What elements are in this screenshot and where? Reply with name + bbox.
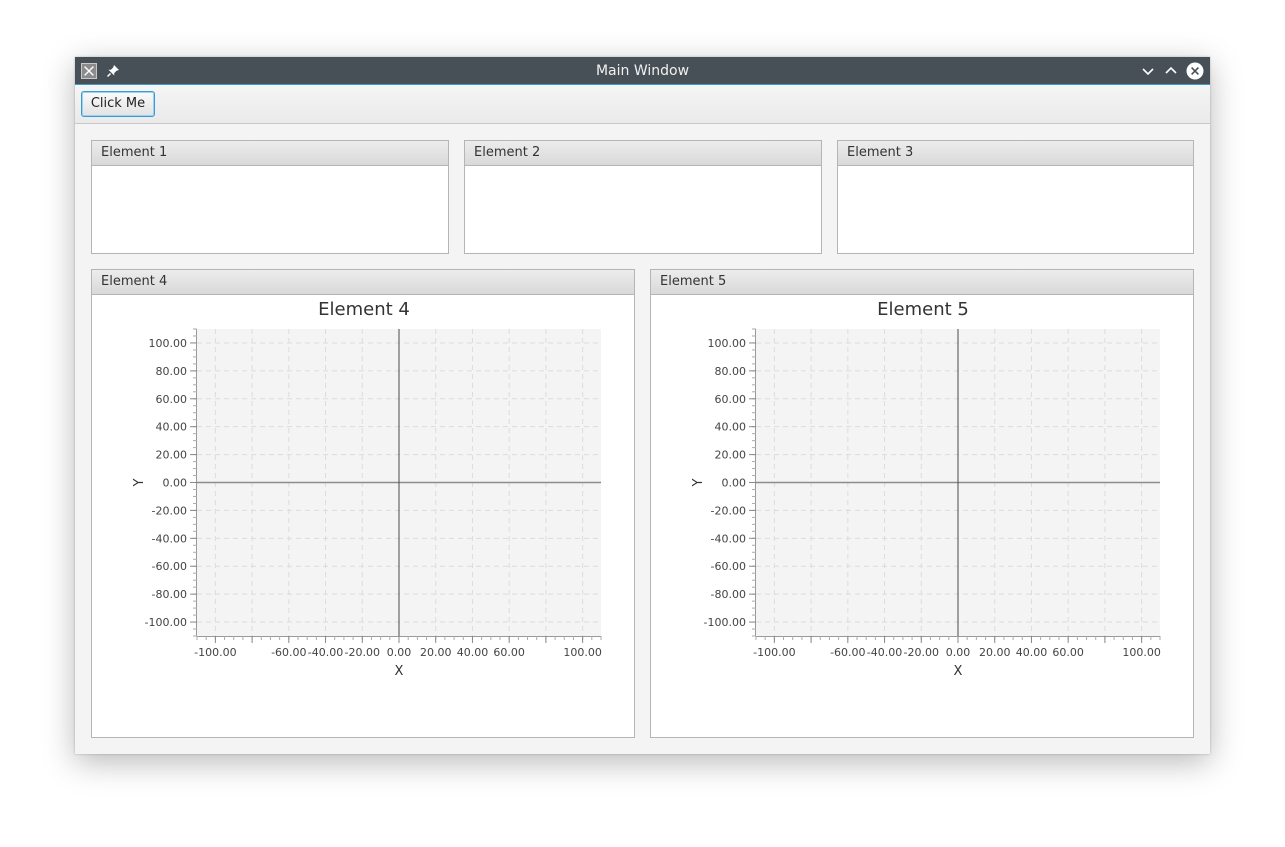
click-me-button[interactable]: Click Me bbox=[81, 91, 155, 117]
element-2-header[interactable]: Element 2 bbox=[465, 141, 821, 166]
x-axis-label: X bbox=[395, 664, 404, 679]
element-3-panel: Element 3 bbox=[837, 140, 1194, 254]
y-tick-label: 40.00 bbox=[156, 421, 188, 434]
element-2-panel: Element 2 bbox=[464, 140, 822, 254]
x-tick-label: 20.00 bbox=[979, 646, 1011, 659]
x-tick-label: 100.00 bbox=[563, 646, 602, 659]
y-tick-label: 0.00 bbox=[722, 477, 747, 490]
y-tick-label: 20.00 bbox=[156, 449, 188, 462]
element-4-chart: Element 4-100.00 -60.00 -40.00 -20.00 0.00 20… bbox=[132, 299, 602, 679]
element-5-panel: Element 5 Element 5 -100.00 -60.00 -40.00 -2… bbox=[650, 269, 1194, 738]
x-tick-label: 60.00 bbox=[493, 646, 525, 659]
x-tick-label: -20.00 bbox=[904, 646, 939, 659]
y-tick-label: -100.00 bbox=[145, 616, 187, 629]
minimize-icon[interactable] bbox=[1139, 62, 1157, 80]
toolbar: Click Me bbox=[75, 85, 1210, 124]
window-title: Main Window bbox=[595, 63, 690, 79]
chart-title: Element 4 bbox=[318, 299, 410, 320]
maximize-icon[interactable] bbox=[1162, 62, 1180, 80]
close-icon[interactable] bbox=[1186, 62, 1204, 80]
x-tick-label: 60.00 bbox=[1052, 646, 1084, 659]
y-tick-label: 80.00 bbox=[156, 365, 188, 378]
x-tick-label: -100.00 bbox=[194, 646, 236, 659]
element-5-chart: Element 5-100.00 -60.00 -40.00 -20.00 0.00 20… bbox=[691, 299, 1161, 679]
y-axis-label: Y bbox=[691, 478, 706, 487]
y-tick-label: -40.00 bbox=[152, 532, 187, 545]
y-tick-label: -80.00 bbox=[152, 588, 187, 601]
y-tick-label: -20.00 bbox=[711, 504, 746, 517]
y-tick-label: -60.00 bbox=[711, 560, 746, 573]
y-tick-label: -40.00 bbox=[711, 532, 746, 545]
y-tick-label: 60.00 bbox=[156, 393, 188, 406]
y-tick-label: 20.00 bbox=[715, 449, 747, 462]
x-tick-label: 0.00 bbox=[387, 646, 412, 659]
x-tick-label: 100.00 bbox=[1122, 646, 1161, 659]
x-tick-label: -60.00 bbox=[830, 646, 865, 659]
y-tick-label: -80.00 bbox=[711, 588, 746, 601]
x-tick-label: -20.00 bbox=[345, 646, 380, 659]
x-tick-label: 20.00 bbox=[420, 646, 452, 659]
element-4-header[interactable]: Element 4 bbox=[92, 270, 634, 295]
x-tick-label: -40.00 bbox=[867, 646, 902, 659]
x-tick-label: -40.00 bbox=[308, 646, 343, 659]
y-tick-label: 0.00 bbox=[163, 477, 188, 490]
element-1-header[interactable]: Element 1 bbox=[92, 141, 448, 166]
y-tick-label: 100.00 bbox=[149, 337, 188, 350]
element-3-header[interactable]: Element 3 bbox=[838, 141, 1193, 166]
element-1-panel: Element 1 bbox=[91, 140, 449, 254]
y-tick-label: -100.00 bbox=[704, 616, 746, 629]
y-tick-label: 40.00 bbox=[715, 421, 747, 434]
x-tick-label: -100.00 bbox=[753, 646, 795, 659]
x-tick-label: -60.00 bbox=[271, 646, 306, 659]
y-tick-label: 60.00 bbox=[715, 393, 747, 406]
y-tick-label: -20.00 bbox=[152, 504, 187, 517]
y-axis-label: Y bbox=[132, 478, 147, 487]
title-bar[interactable]: Main Window bbox=[75, 57, 1210, 85]
x-axis-label: X bbox=[954, 664, 963, 679]
main-window: Main Window Click Me Element 1 Element 2… bbox=[75, 57, 1210, 754]
element-5-header[interactable]: Element 5 bbox=[651, 270, 1193, 295]
chart-title: Element 5 bbox=[877, 299, 969, 320]
y-tick-label: 100.00 bbox=[708, 337, 747, 350]
x-tick-label: 40.00 bbox=[1016, 646, 1048, 659]
element-4-panel: Element 4 Element 4 -100.00 -60.00 -40.00 -2… bbox=[91, 269, 635, 738]
x-tick-label: 0.00 bbox=[946, 646, 971, 659]
x-tick-label: 40.00 bbox=[457, 646, 489, 659]
y-tick-label: -60.00 bbox=[152, 560, 187, 573]
y-tick-label: 80.00 bbox=[715, 365, 747, 378]
